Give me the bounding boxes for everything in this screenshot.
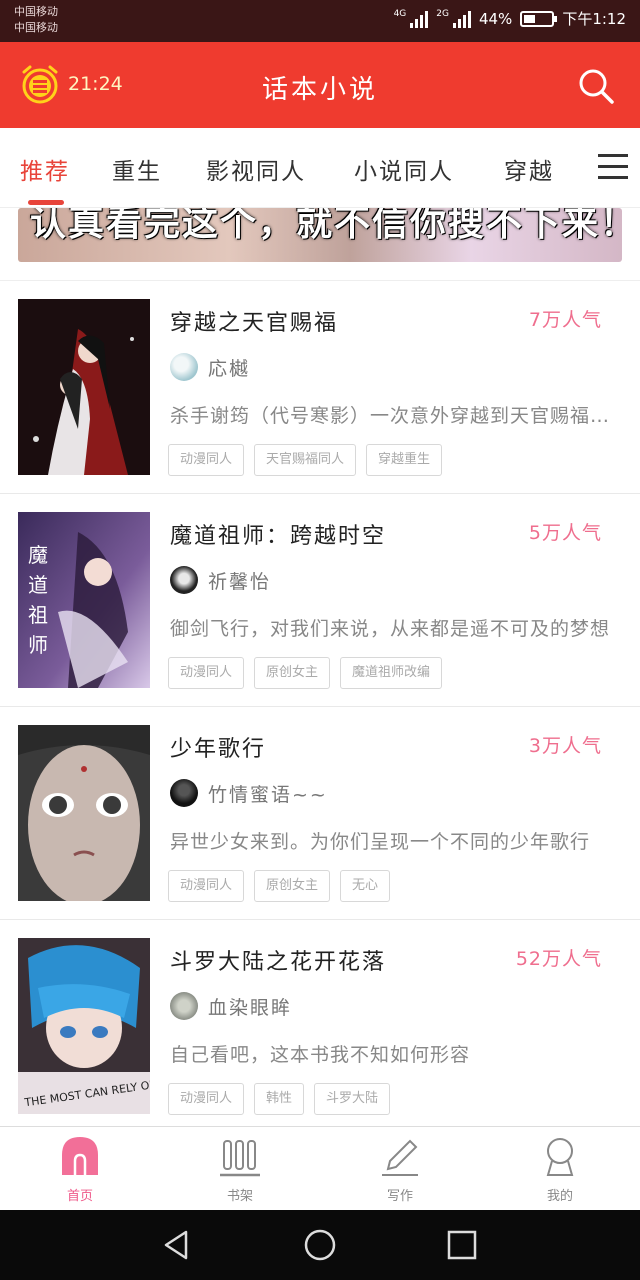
tag[interactable]: 原创女主 <box>254 657 331 689</box>
carrier-labels: 中国移动 中国移动 <box>14 4 58 36</box>
tag-list: 动漫同人 原创女主 无心 <box>168 870 391 902</box>
book-item[interactable]: 穿越之天官赐福 7万人气 応樾 杀手谢筠（代号寒影）一次意外穿越到天官赐福的世界… <box>0 281 640 494</box>
nav-me[interactable]: 我的 <box>480 1127 640 1211</box>
nav-bookshelf[interactable]: 书架 <box>160 1127 320 1211</box>
popularity-count: 52万人气 <box>515 948 602 970</box>
bottom-nav: 首页 书架 写作 我的 <box>0 1126 640 1210</box>
status-bar: 中国移动 中国移动 4G 2G 44% 下午1:12 <box>0 0 640 42</box>
tag[interactable]: 魔道祖师改编 <box>340 657 443 689</box>
svg-text:师: 师 <box>28 633 48 657</box>
network-type-1: 4G <box>393 8 407 19</box>
carrier-1: 中国移动 <box>14 5 58 18</box>
active-tab-indicator <box>28 200 64 205</box>
signal-2-icon: 2G <box>436 8 471 28</box>
book-list: 穿越之天官赐福 7万人气 応樾 杀手谢筠（代号寒影）一次意外穿越到天官赐福的世界… <box>0 281 640 1126</box>
book-description: 异世少女来到。为你们呈现一个不同的少年歌行 <box>170 831 591 853</box>
tag[interactable]: 动漫同人 <box>168 1083 245 1115</box>
tag[interactable]: 动漫同人 <box>168 657 245 689</box>
signal-1-icon: 4G <box>393 8 429 28</box>
back-icon[interactable] <box>160 1228 194 1262</box>
author-name: 祈馨怡 <box>208 570 272 593</box>
book-item[interactable]: 少年歌行 3万人气 竹情蜜语~~ 异世少女来到。为你们呈现一个不同的少年歌行 动… <box>0 707 640 920</box>
avatar <box>170 992 198 1020</box>
carrier-2: 中国移动 <box>14 21 58 34</box>
network-type-2: 2G <box>436 8 449 19</box>
tag[interactable]: 韩性 <box>254 1083 305 1115</box>
popularity-count: 7万人气 <box>528 309 602 331</box>
book-description: 杀手谢筠（代号寒影）一次意外穿越到天官赐福的世界 <box>170 405 620 427</box>
nav-write-label: 写作 <box>386 1189 413 1204</box>
book-cover[interactable]: THE MOST CAN RELY ON <box>18 938 150 1114</box>
book-cover[interactable] <box>18 299 150 475</box>
home-icon <box>62 1137 98 1175</box>
tag[interactable]: 动漫同人 <box>168 444 245 476</box>
avatar <box>170 353 198 381</box>
tag[interactable]: 天官赐福同人 <box>254 444 357 476</box>
book-item[interactable]: 魔 道 祖 师 魔道祖师：跨越时空 5万人气 祈馨怡 御剑飞行，对我们来说，从来… <box>0 494 640 707</box>
status-time: 下午1:12 <box>562 10 626 28</box>
book-title[interactable]: 魔道祖师：跨越时空 <box>170 518 386 550</box>
author-name: 血染眼眸 <box>208 996 293 1019</box>
nav-write[interactable]: 写作 <box>320 1127 480 1211</box>
book-cover[interactable] <box>18 725 150 901</box>
app-bar: 21:24 话本小说 <box>0 42 640 128</box>
nav-bookshelf-label: 书架 <box>226 1189 253 1204</box>
avatar <box>170 779 198 807</box>
author-name: 応樾 <box>208 357 251 380</box>
author-row[interactable]: 竹情蜜语~~ <box>170 779 328 807</box>
avatar <box>170 566 198 594</box>
svg-text:祖: 祖 <box>28 603 48 627</box>
book-cover[interactable]: 魔 道 祖 师 <box>18 512 150 688</box>
book-item[interactable]: THE MOST CAN RELY ON 斗罗大陆之花开花落 52万人气 血染眼… <box>0 920 640 1126</box>
battery-percent: 44% <box>478 9 513 28</box>
tab-recommend[interactable]: 推荐 <box>20 152 70 186</box>
nav-home[interactable]: 首页 <box>0 1127 160 1211</box>
tag[interactable]: 斗罗大陆 <box>314 1083 391 1115</box>
status-right: 4G 2G 44% 下午1:12 <box>394 8 626 29</box>
app-title: 话本小说 <box>261 75 378 105</box>
book-title[interactable]: 少年歌行 <box>170 731 266 763</box>
tab-time-travel[interactable]: 穿越 <box>504 152 554 186</box>
tag[interactable]: 无心 <box>340 870 391 902</box>
tag[interactable]: 动漫同人 <box>168 870 245 902</box>
search-icon[interactable] <box>576 66 616 106</box>
tab-film-fanfic[interactable]: 影视同人 <box>206 152 306 186</box>
popularity-count: 3万人气 <box>528 735 602 757</box>
home-button-icon[interactable] <box>303 1228 337 1262</box>
profile-icon <box>546 1138 574 1176</box>
tag-list: 动漫同人 韩性 斗罗大陆 <box>168 1083 391 1115</box>
hamburger-menu-icon[interactable] <box>598 154 628 180</box>
tag[interactable]: 原创女主 <box>254 870 331 902</box>
nav-home-label: 首页 <box>66 1189 93 1204</box>
nav-me-label: 我的 <box>546 1189 573 1204</box>
svg-text:魔: 魔 <box>28 543 48 567</box>
book-title[interactable]: 穿越之天官赐福 <box>170 305 338 337</box>
tag-list: 动漫同人 天官赐福同人 穿越重生 <box>168 444 443 476</box>
tab-rebirth[interactable]: 重生 <box>112 152 162 186</box>
author-row[interactable]: 祈馨怡 <box>170 566 271 594</box>
tag[interactable]: 穿越重生 <box>366 444 443 476</box>
author-row[interactable]: 応樾 <box>170 353 250 381</box>
book-title[interactable]: 斗罗大陆之花开花落 <box>170 944 386 976</box>
promo-banner[interactable]: 认真看完这个，就不信你搜不下来！ <box>18 208 622 262</box>
recents-icon[interactable] <box>445 1228 479 1262</box>
tag-list: 动漫同人 原创女主 魔道祖师改编 <box>168 657 443 689</box>
bookshelf-icon <box>220 1140 260 1177</box>
tab-novel-fanfic[interactable]: 小说同人 <box>354 152 454 186</box>
book-description: 自己看吧，这本书我不知如何形容 <box>170 1044 471 1066</box>
author-name: 竹情蜜语~~ <box>208 783 328 806</box>
banner-text: 认真看完这个，就不信你搜不下来！ <box>30 208 622 244</box>
category-tabs: 推荐 重生 影视同人 小说同人 穿越 <box>0 128 640 208</box>
pencil-icon <box>382 1139 418 1176</box>
svg-text:道: 道 <box>28 573 48 597</box>
book-description: 御剑飞行，对我们来说，从来都是遥不可及的梦想 <box>170 618 611 640</box>
system-nav-bar <box>0 1210 640 1280</box>
battery-icon <box>520 10 558 27</box>
popularity-count: 5万人气 <box>528 522 602 544</box>
author-row[interactable]: 血染眼眸 <box>170 992 292 1020</box>
